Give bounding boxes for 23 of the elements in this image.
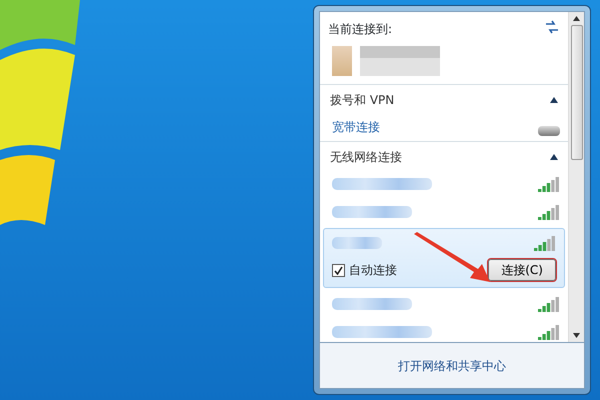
signal-icon [538,324,560,340]
collapse-caret-icon[interactable] [550,154,558,160]
scrollbar[interactable] [568,12,584,342]
connect-button[interactable]: 连接(C) [488,259,556,281]
auto-connect-label: 自动连接 [349,262,397,279]
collapse-caret-icon[interactable] [550,97,558,103]
scroll-up-icon[interactable] [573,16,580,21]
signal-icon [534,235,556,251]
section-title: 拨号和 VPN [330,92,394,109]
auto-connect-checkbox[interactable] [332,264,345,276]
scroll-down-icon[interactable] [573,333,580,338]
section-title: 无线网络连接 [330,149,402,166]
refresh-icon[interactable] [544,20,560,34]
wifi-network-item[interactable]: 自动连接 连接(C) [323,228,565,288]
signal-icon [538,176,560,192]
broadband-connection-link[interactable]: 宽带连接 [332,118,380,136]
current-connection-heading: 当前连接到: [328,21,392,38]
signal-icon [538,204,560,220]
network-sharing-center-link[interactable]: 打开网络和共享中心 [398,356,506,374]
modem-icon [538,126,560,136]
network-icon-placeholder [332,46,352,76]
redacted-network-name [332,237,382,249]
signal-icon [538,296,560,312]
